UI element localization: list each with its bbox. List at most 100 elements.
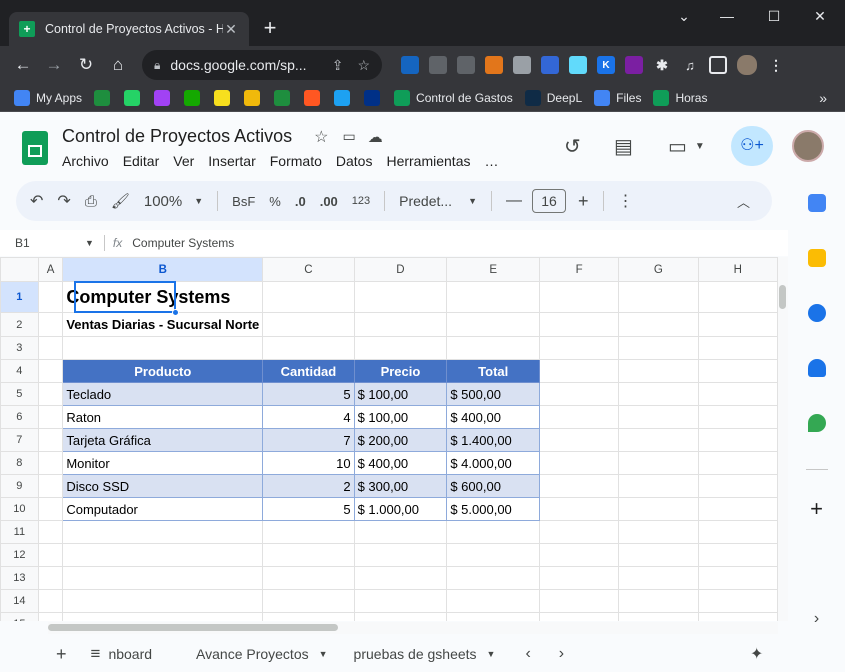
menu-editar[interactable]: Editar: [123, 153, 160, 169]
cell[interactable]: [618, 336, 699, 360]
column-header-d[interactable]: D: [353, 257, 448, 282]
bookmark-item[interactable]: [94, 89, 116, 106]
browser-tab[interactable]: + Control de Proyectos Activos - H ✕: [9, 12, 249, 46]
bookmark-item[interactable]: [364, 89, 386, 106]
address-bar[interactable]: 🔒︎ docs.google.com/sp... ⇪ ☆: [142, 50, 382, 80]
row-header-9[interactable]: 9: [0, 474, 39, 498]
cell[interactable]: [697, 612, 778, 621]
cell[interactable]: [618, 405, 699, 429]
cell[interactable]: [262, 312, 355, 337]
collapse-toolbar-icon[interactable]: ︿: [737, 192, 750, 211]
menu-insertar[interactable]: Insertar: [208, 153, 255, 169]
cell[interactable]: [539, 336, 620, 360]
cell[interactable]: [697, 359, 778, 383]
cell[interactable]: [353, 312, 448, 337]
reload-icon[interactable]: ↻: [72, 51, 100, 79]
metamask-icon[interactable]: [485, 56, 503, 74]
cell[interactable]: [618, 359, 699, 383]
cell[interactable]: [37, 589, 64, 613]
cell[interactable]: [446, 543, 541, 567]
browser-menu-icon[interactable]: ⋮: [767, 56, 785, 74]
table-data-cell[interactable]: Teclado: [62, 382, 264, 406]
bookmark-star-icon[interactable]: ☆: [357, 57, 370, 74]
cell[interactable]: [697, 451, 778, 475]
spreadsheet-grid[interactable]: A B C D E F G H 1 Computer Systems 2 Ventas Diarias…: [0, 257, 778, 621]
cell[interactable]: [618, 312, 699, 337]
table-data-cell[interactable]: 2: [262, 474, 355, 498]
cell[interactable]: [618, 612, 699, 621]
new-tab-button[interactable]: +: [258, 16, 282, 40]
row-header-14[interactable]: 14: [0, 589, 39, 613]
close-window-button[interactable]: ✕: [808, 6, 832, 26]
move-folder-icon[interactable]: ▭: [342, 128, 355, 145]
row-header-1[interactable]: 1: [0, 281, 39, 313]
add-addon-icon[interactable]: +: [788, 496, 845, 522]
meet-icon[interactable]: ▭ ▼: [668, 134, 705, 159]
table-data-cell[interactable]: 7: [262, 428, 355, 452]
row-header-13[interactable]: 13: [0, 566, 39, 590]
column-header-c[interactable]: C: [262, 257, 355, 282]
table-header-cell[interactable]: Precio: [353, 359, 448, 383]
table-data-cell[interactable]: $ 400,00: [446, 405, 541, 429]
cell[interactable]: [697, 405, 778, 429]
cell[interactable]: [37, 312, 64, 337]
chevron-down-icon[interactable]: ▼: [85, 238, 94, 248]
media-icon[interactable]: ♫: [681, 56, 699, 74]
cell[interactable]: [353, 589, 448, 613]
column-header-f[interactable]: F: [539, 257, 620, 282]
cell[interactable]: [62, 520, 264, 544]
add-sheet-button[interactable]: +: [56, 644, 67, 665]
cell[interactable]: [37, 428, 64, 452]
cell[interactable]: [697, 382, 778, 406]
column-header-h[interactable]: H: [697, 257, 778, 282]
sheet-tab-avance-proyectos[interactable]: Avance Proyectos ▼: [196, 646, 328, 662]
bookmark-item[interactable]: DeepL: [524, 89, 582, 106]
decrease-decimal-button[interactable]: .0: [295, 194, 306, 209]
cell[interactable]: [539, 612, 620, 621]
table-data-cell[interactable]: $ 200,00: [353, 428, 448, 452]
select-all-corner[interactable]: [0, 257, 39, 282]
table-header-cell[interactable]: Producto: [62, 359, 264, 383]
comments-icon[interactable]: ▤: [614, 134, 633, 159]
cell[interactable]: [539, 451, 620, 475]
forward-icon[interactable]: →: [40, 51, 68, 79]
row-header-15[interactable]: 15: [0, 612, 39, 621]
font-size-input[interactable]: 16: [531, 189, 566, 213]
cell[interactable]: [37, 405, 64, 429]
table-header-cell[interactable]: Cantidad: [262, 359, 355, 383]
cell[interactable]: [446, 336, 541, 360]
react-devtools-icon[interactable]: [569, 56, 587, 74]
table-data-cell[interactable]: $ 100,00: [353, 382, 448, 406]
cell[interactable]: [539, 497, 620, 521]
cell[interactable]: [539, 281, 620, 313]
cell[interactable]: [262, 281, 355, 313]
cell[interactable]: [697, 312, 778, 337]
font-size-increase-button[interactable]: +: [578, 191, 589, 212]
extension-icon[interactable]: [625, 56, 643, 74]
table-data-cell[interactable]: $ 1.000,00: [353, 497, 448, 521]
menu-datos[interactable]: Datos: [336, 153, 373, 169]
cell[interactable]: [539, 359, 620, 383]
bookmark-item[interactable]: [274, 89, 296, 106]
cell[interactable]: [62, 612, 264, 621]
cell[interactable]: [618, 566, 699, 590]
cell[interactable]: [539, 543, 620, 567]
alarm-extension-icon[interactable]: [457, 56, 475, 74]
print-icon[interactable]: ⎙: [85, 193, 97, 210]
cell[interactable]: [697, 520, 778, 544]
sheets-logo-icon[interactable]: [22, 131, 48, 165]
cell[interactable]: [539, 428, 620, 452]
cell[interactable]: [697, 497, 778, 521]
cell[interactable]: [446, 520, 541, 544]
cell[interactable]: [618, 520, 699, 544]
cell[interactable]: [618, 451, 699, 475]
horizontal-scrollbar[interactable]: [48, 622, 778, 634]
row-header-6[interactable]: 6: [0, 405, 39, 429]
row-header-4[interactable]: 4: [0, 359, 39, 383]
bookmark-item[interactable]: [184, 89, 206, 106]
row-header-12[interactable]: 12: [0, 543, 39, 567]
cell[interactable]: [618, 382, 699, 406]
star-icon[interactable]: ☆: [314, 127, 328, 147]
table-data-cell[interactable]: Disco SSD: [62, 474, 264, 498]
paint-format-icon[interactable]: 🖌︎: [111, 192, 130, 210]
